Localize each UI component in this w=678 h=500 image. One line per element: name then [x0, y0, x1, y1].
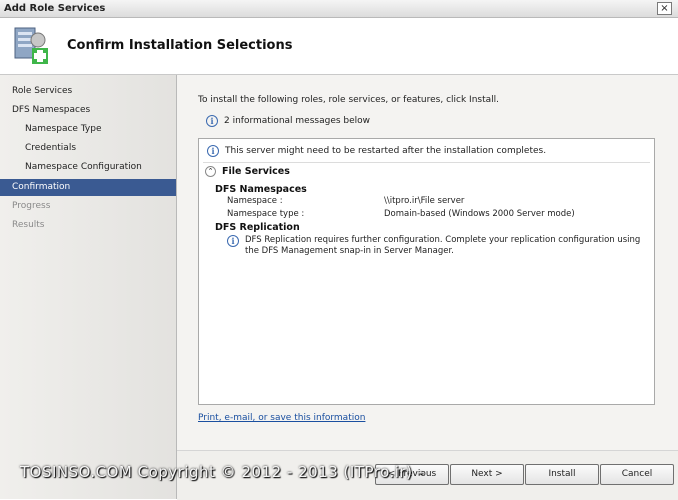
nav-item-credentials[interactable]: Credentials [0, 140, 176, 157]
file-services-section[interactable]: ⌃ File Services [205, 166, 290, 177]
nav-item-role-services[interactable]: Role Services [0, 83, 176, 100]
replication-message-text: DFS Replication requires further configu… [245, 235, 641, 256]
next-button[interactable]: Next > [450, 464, 524, 485]
info-summary: i 2 informational messages below [206, 115, 370, 127]
restart-message-text: This server might need to be restarted a… [225, 146, 547, 156]
nav-item-namespace-type[interactable]: Namespace Type [0, 121, 176, 138]
namespace-value: \\itpro.ir\File server [384, 196, 465, 206]
info-icon: i [206, 115, 218, 127]
nav-item-progress: Progress [12, 201, 51, 211]
collapse-chevron-icon[interactable]: ⌃ [205, 166, 216, 177]
dfs-namespaces-heading: DFS Namespaces [215, 184, 307, 195]
print-email-save-link[interactable]: Print, e-mail, or save this information [198, 413, 365, 423]
nav-item-namespace-configuration[interactable]: Namespace Configuration [0, 159, 176, 176]
info-icon: i [227, 235, 239, 247]
namespace-type-value: Domain-based (Windows 2000 Server mode) [384, 209, 575, 219]
info-summary-text: 2 informational messages below [224, 116, 371, 126]
divider [203, 162, 650, 163]
namespace-label: Namespace : [227, 196, 283, 206]
restart-message: i This server might need to be restarted… [207, 145, 546, 157]
server-roles-add-icon [14, 27, 48, 64]
nav-item-dfs-namespaces[interactable]: DFS Namespaces [0, 102, 176, 119]
replication-message: i DFS Replication requires further confi… [227, 235, 647, 257]
close-button[interactable]: × [657, 2, 672, 15]
window-title: Add Role Services [4, 3, 106, 14]
dfs-replication-heading: DFS Replication [215, 222, 300, 233]
main-content: To install the following roles, role ser… [177, 75, 678, 450]
install-button[interactable]: Install [525, 464, 599, 485]
namespace-type-label: Namespace type : [227, 209, 305, 219]
watermark-text: TOSINSO.COM Copyright © 2012 - 2013 (ITP… [20, 463, 424, 481]
intro-text: To install the following roles, role ser… [198, 95, 499, 105]
title-bar: Add Role Services × [0, 0, 678, 18]
page-title: Confirm Installation Selections [67, 38, 293, 53]
info-icon: i [207, 145, 219, 157]
wizard-nav: Role Services DFS Namespaces Namespace T… [0, 75, 177, 499]
wizard-header: Confirm Installation Selections [0, 18, 678, 75]
nav-item-confirmation[interactable]: Confirmation [0, 179, 176, 196]
section-title: File Services [222, 166, 290, 177]
cancel-button[interactable]: Cancel [600, 464, 674, 485]
nav-item-results: Results [12, 220, 45, 230]
selection-details: i This server might need to be restarted… [198, 138, 655, 405]
